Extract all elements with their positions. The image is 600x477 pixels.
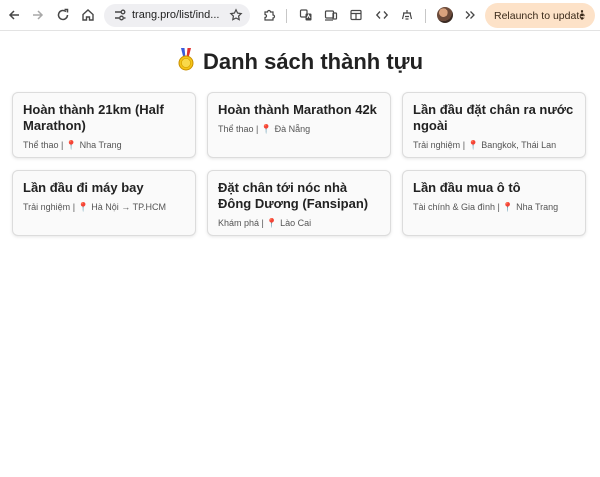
translate-icon[interactable] — [296, 5, 316, 25]
browser-toolbar: trang.pro/list/ind... Relaunch to update… — [0, 0, 600, 31]
achievement-card[interactable]: Lần đầu đi máy bay Trải nghiệm | 📍 Hà Nộ… — [12, 170, 196, 236]
achievement-location: Lào Cai — [280, 218, 312, 228]
location-pin-icon: 📍 — [260, 124, 273, 134]
page-content: Danh sách thành tựu Hoàn thành 21km (Hal… — [0, 32, 600, 477]
achievement-location: Hà Nội → TP.HCM — [91, 202, 166, 212]
code-icon[interactable] — [372, 5, 392, 25]
forward-icon[interactable] — [28, 5, 48, 25]
achievement-title: Lần đầu đi máy bay — [23, 180, 144, 195]
page-title: Danh sách thành tựu — [0, 48, 600, 78]
achievement-title: Hoàn thành 21km (Half Marathon) — [23, 102, 164, 133]
chevron-more-icon[interactable] — [460, 5, 480, 25]
url-text[interactable]: trang.pro/list/ind... — [132, 9, 222, 21]
location-pin-icon: 📍 — [467, 140, 479, 150]
meta-separator: | — [253, 124, 261, 134]
achievement-location: Nha Trang — [79, 140, 122, 150]
achievement-title: Đặt chân tới nóc nhà Đông Dương (Fansipa… — [218, 180, 369, 211]
achievement-title: Lần đầu đặt chân ra nước ngoài — [413, 102, 574, 133]
extensions-icon[interactable] — [259, 5, 279, 25]
meta-separator: | — [58, 140, 66, 150]
achievement-card[interactable]: Đặt chân tới nóc nhà Đông Dương (Fansipa… — [207, 170, 391, 236]
achievement-meta: Thể thao | 📍 Đà Nẵng — [218, 123, 380, 135]
back-icon[interactable] — [4, 5, 24, 25]
performance-icon[interactable] — [397, 5, 417, 25]
location-pin-icon: 📍 — [65, 140, 78, 150]
profile-avatar[interactable] — [437, 7, 453, 23]
location-pin-icon: 📍 — [266, 218, 278, 228]
achievement-meta: Thể thao | 📍 Nha Trang — [23, 139, 185, 151]
meta-separator: | — [460, 140, 468, 150]
achievement-meta: Trải nghiệm | 📍 Hà Nội → TP.HCM — [23, 201, 185, 213]
achievement-category: Trải nghiệm — [23, 202, 71, 212]
toolbar-separator — [425, 9, 426, 23]
meta-separator: | — [70, 202, 78, 212]
achievement-card[interactable]: Lần đầu đặt chân ra nước ngoài Trải nghi… — [402, 92, 586, 158]
achievement-title: Lần đầu mua ô tô — [413, 180, 521, 195]
relaunch-label: Relaunch to update — [494, 9, 586, 22]
medal-icon — [177, 48, 195, 78]
achievement-category: Tài chính & Gia đình — [413, 202, 496, 212]
devices-icon[interactable] — [321, 5, 341, 25]
achievement-card[interactable]: Lần đầu mua ô tô Tài chính & Gia đình | … — [402, 170, 586, 236]
menu-dots-icon[interactable]: ⋮ — [576, 8, 588, 22]
achievement-category: Khám phá — [218, 218, 260, 228]
achievement-location: Bangkok, Thái Lan — [481, 140, 557, 150]
location-pin-icon: 📍 — [502, 202, 514, 212]
relaunch-button[interactable]: Relaunch to update ⋮ — [485, 3, 595, 28]
achievement-card[interactable]: Hoàn thành 21km (Half Marathon) Thể thao… — [12, 92, 196, 158]
achievement-title: Hoàn thành Marathon 42k — [218, 102, 377, 117]
location-pin-icon: 📍 — [77, 202, 89, 212]
achievement-category: Trải nghiệm — [413, 140, 461, 150]
home-icon[interactable] — [78, 5, 98, 25]
achievement-location: Đà Nẵng — [274, 124, 311, 134]
achievement-category: Thể thao — [218, 124, 254, 134]
achievement-meta: Tài chính & Gia đình | 📍 Nha Trang — [413, 201, 575, 213]
site-info-icon[interactable] — [110, 5, 130, 25]
achievement-card[interactable]: Hoàn thành Marathon 42k Thể thao | 📍 Đà … — [207, 92, 391, 158]
address-bar[interactable]: trang.pro/list/ind... — [104, 4, 250, 27]
tab-layout-icon[interactable] — [346, 5, 366, 25]
achievement-category: Thể thao — [23, 140, 59, 150]
achievement-meta: Khám phá | 📍 Lào Cai — [218, 217, 380, 229]
page-title-text: Danh sách thành tựu — [202, 49, 424, 74]
achievement-location: Nha Trang — [516, 202, 559, 212]
bookmark-star-icon[interactable] — [226, 5, 246, 25]
toolbar-separator — [286, 9, 287, 23]
achievement-meta: Trải nghiệm | 📍 Bangkok, Thái Lan — [413, 139, 575, 151]
reload-icon[interactable] — [53, 5, 73, 25]
